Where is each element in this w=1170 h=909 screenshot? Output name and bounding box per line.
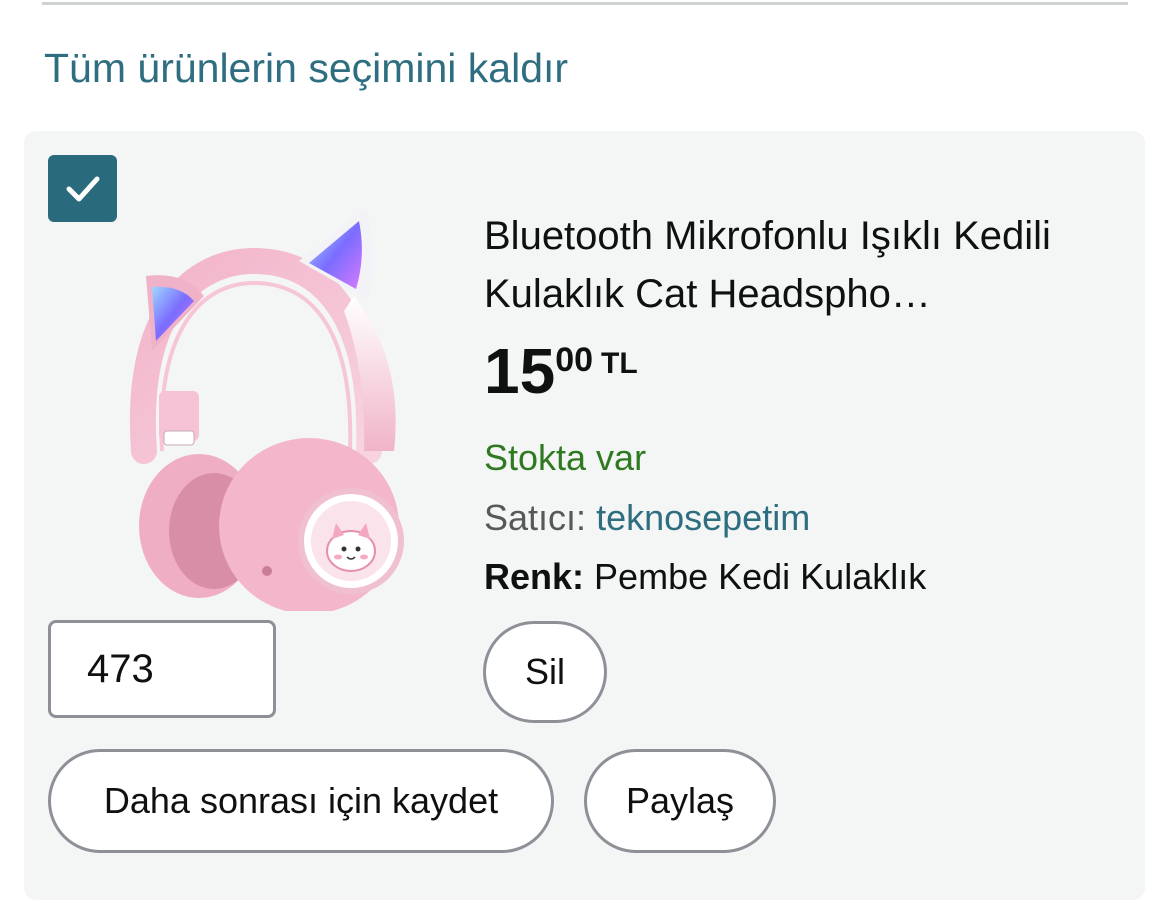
color-label: Renk:	[484, 556, 585, 597]
product-image[interactable]	[104, 201, 404, 611]
deselect-all-link[interactable]: Tüm ürünlerin seçimini kaldır	[44, 40, 568, 96]
seller-row: Satıcı: teknosepetim	[484, 493, 810, 543]
save-for-later-button[interactable]: Daha sonrası için kaydet	[48, 749, 554, 853]
product-title[interactable]: Bluetooth Mikrofonlu Işıklı Kedili Kulak…	[484, 207, 1124, 323]
seller-link[interactable]: teknosepetim	[596, 497, 810, 538]
stock-status: Stokta var	[484, 437, 647, 478]
color-row: Renk: Pembe Kedi Kulaklık	[484, 552, 926, 602]
price-whole: 15	[484, 335, 556, 407]
product-price: 1500 TL	[484, 336, 638, 406]
share-button[interactable]: Paylaş	[584, 749, 776, 853]
delete-button[interactable]: Sil	[483, 621, 607, 723]
quantity-field[interactable]: 473	[48, 620, 276, 718]
cart-page: Tüm ürünlerin seçimini kaldır Bluetooth …	[0, 0, 1170, 909]
seller-label: Satıcı:	[484, 497, 587, 538]
top-divider	[42, 2, 1128, 5]
color-value: Pembe Kedi Kulaklık	[594, 556, 927, 597]
checkmark-icon	[66, 176, 99, 201]
price-fraction: 00	[555, 341, 594, 379]
cart-item-card: Bluetooth Mikrofonlu Işıklı Kedili Kulak…	[24, 131, 1145, 900]
price-currency: TL	[601, 347, 638, 380]
